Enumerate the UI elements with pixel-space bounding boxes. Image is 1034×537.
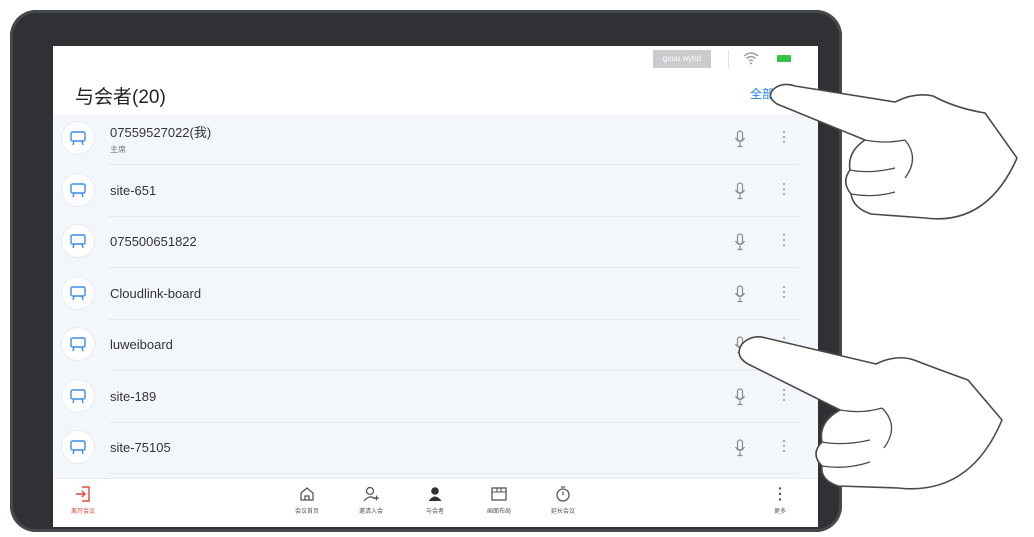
status-divider: [728, 50, 729, 68]
participant-name: Cloudlink-board: [110, 285, 202, 301]
pointing-hand-illustration: [769, 83, 1018, 220]
participant-row[interactable]: 07559527022(我) 主席: [53, 114, 818, 165]
terminal-avatar: [62, 328, 94, 360]
more-label: 更多: [773, 509, 786, 515]
status-bar: gxuu wyhd: [53, 46, 818, 72]
participants-label: 与会者: [425, 509, 444, 515]
tablet-frame: gxuu wyhd 与会者(20) 全部静音 07559527022(我) 主席 s…: [10, 10, 842, 532]
participant-row[interactable]: site-75105: [53, 423, 818, 474]
participant-name: site-75105: [110, 440, 171, 455]
network-name: gxuu wyhd: [653, 50, 711, 68]
terminal-avatar: [62, 431, 94, 463]
participant-row[interactable]: 075500651822: [53, 217, 818, 268]
extend-meeting-button[interactable]: 延长会议: [538, 485, 588, 515]
display-terminal-icon: [70, 182, 86, 197]
display-terminal-icon: [70, 337, 86, 352]
participant-row[interactable]: Cloudlink-board: [53, 269, 818, 320]
row-more-button[interactable]: [778, 283, 790, 303]
home-icon: [300, 487, 314, 501]
participants-button[interactable]: 与会者: [410, 485, 460, 515]
participant-row[interactable]: site-189: [53, 372, 818, 423]
layout-icon: [491, 487, 507, 501]
battery-icon: [777, 55, 791, 62]
meeting-home-label: 会议首页: [294, 509, 319, 515]
invite-button[interactable]: 邀请入会: [346, 485, 396, 515]
participant-row[interactable]: site-651: [53, 166, 818, 217]
microphone-icon[interactable]: [734, 130, 746, 148]
leave-meeting-button[interactable]: 离开会议: [58, 485, 108, 515]
terminal-avatar: [62, 122, 94, 154]
invite-label: 邀请入会: [358, 509, 383, 515]
extend-meeting-label: 延长会议: [550, 509, 575, 515]
display-terminal-icon: [70, 234, 86, 249]
add-user-icon: [363, 486, 379, 502]
display-terminal-icon: [70, 131, 86, 146]
terminal-avatar: [62, 225, 94, 257]
participant-name: 075500651822: [110, 234, 197, 249]
terminal-avatar: [62, 276, 94, 309]
participant-name: site-189: [110, 388, 157, 404]
tapping-hand-illustration: [738, 336, 1003, 490]
microphone-icon[interactable]: [734, 181, 746, 200]
participant-list: 07559527022(我) 主席 site-651 075500651822 Clou…: [53, 114, 818, 478]
display-terminal-icon: [70, 440, 86, 455]
microphone-icon[interactable]: [734, 284, 746, 303]
leave-meeting-label: 离开会议: [70, 509, 95, 515]
meeting-home-button[interactable]: 会议首页: [282, 485, 332, 515]
display-terminal-icon: [70, 285, 86, 300]
layout-label: 画面布局: [486, 509, 511, 515]
participant-name: luweiboard: [110, 337, 173, 352]
terminal-avatar: [62, 173, 94, 206]
exit-icon: [76, 486, 90, 502]
terminal-avatar: [62, 379, 94, 412]
row-divider: [109, 473, 798, 474]
bottom-toolbar: 离开会议 会议首页 邀请入会 与会者 画面布局 延长会议 更多: [53, 478, 818, 527]
timer-icon: [556, 486, 570, 502]
participant-role: 主席: [110, 145, 126, 154]
page-title: 与会者(20): [75, 87, 166, 108]
participant-row[interactable]: luweiboard: [53, 320, 818, 371]
row-more-button[interactable]: [778, 231, 790, 251]
participant-name: 07559527022(我): [110, 125, 212, 140]
wifi-icon: [743, 52, 759, 65]
layout-button[interactable]: 画面布局: [474, 485, 524, 515]
app-screen: gxuu wyhd 与会者(20) 全部静音 07559527022(我) 主席 s…: [53, 46, 818, 527]
header: 与会者(20) 全部静音: [53, 72, 818, 114]
participant-name: site-651: [110, 182, 157, 198]
person-icon: [428, 487, 442, 501]
display-terminal-icon: [70, 388, 86, 403]
microphone-icon[interactable]: [734, 233, 746, 251]
